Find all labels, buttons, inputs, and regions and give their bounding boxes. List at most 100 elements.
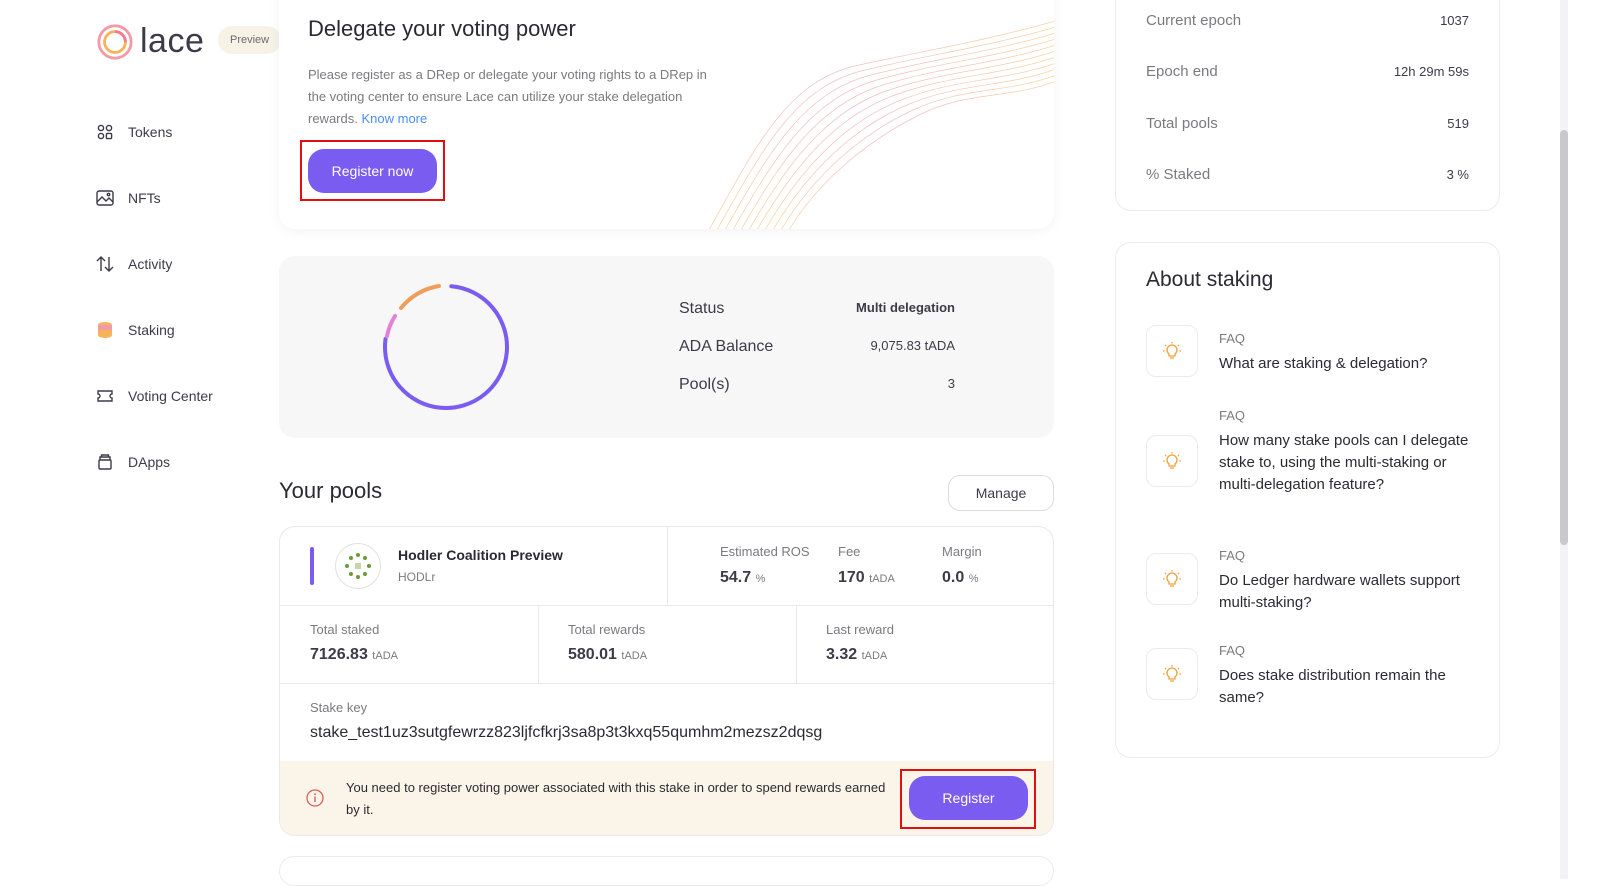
divider	[538, 605, 539, 683]
staked-value: 3 %	[1446, 167, 1469, 182]
total-rewards-value: 580.01 tADA	[568, 646, 647, 664]
total-staked-value: 7126.83 tADA	[310, 646, 398, 664]
margin-value: 0.0 %	[942, 569, 978, 587]
grid-icon	[96, 123, 114, 141]
your-pools-title: Your pools	[279, 478, 383, 503]
lightbulb-icon	[1146, 648, 1198, 700]
stake-key-value: stake_test1uz3sutgfewrzz823ljfcfkrj3sa8p…	[310, 724, 823, 741]
sidebar-item-label: Activity	[128, 256, 173, 272]
faq-tag: FAQ	[1219, 643, 1246, 658]
last-reward-value: 3.32 tADA	[826, 646, 887, 664]
sidebar-item-label: Voting Center	[128, 388, 213, 404]
highlight-box	[300, 140, 445, 201]
divider	[667, 527, 668, 605]
know-more-link[interactable]: Know more	[361, 111, 427, 126]
divider	[280, 683, 1053, 684]
current-epoch-label: Current epoch	[1146, 12, 1242, 29]
sidebar-item-label: NFTs	[128, 190, 161, 206]
about-staking-card: About staking FAQ What are staking & del…	[1115, 242, 1500, 758]
epoch-end-label: Epoch end	[1146, 63, 1218, 80]
faq-tag: FAQ	[1219, 548, 1246, 563]
sidebar-item-tokens[interactable]: Tokens	[96, 123, 172, 141]
epoch-end-value: 12h 29m 59s	[1393, 64, 1469, 79]
fee-unit: tADA	[869, 573, 895, 585]
total-rewards-label: Total rewards	[568, 622, 646, 637]
sidebar-item-staking[interactable]: Staking	[96, 321, 175, 339]
scrollbar-thumb[interactable]	[1560, 130, 1568, 545]
coins-icon	[96, 321, 114, 339]
sidebar-item-dapps[interactable]: DApps	[96, 453, 170, 471]
ticket-icon	[96, 387, 114, 405]
faq-item[interactable]: FAQ How many stake pools can I delegate …	[1146, 408, 1476, 518]
fee-value: 170 tADA	[838, 569, 895, 587]
status-label: Status	[679, 300, 725, 317]
warning-text: You need to register voting power associ…	[346, 780, 886, 817]
lightbulb-icon	[1146, 325, 1198, 377]
staked-label: % Staked	[1146, 166, 1211, 183]
highlight-box	[900, 769, 1036, 829]
margin-number: 0.0	[942, 569, 965, 586]
pool-ticker: HODLr	[398, 570, 436, 584]
divider	[280, 605, 1053, 606]
arrows-icon	[96, 255, 114, 273]
faq-item[interactable]: FAQ What are staking & delegation?	[1146, 325, 1476, 377]
delegation-donut-chart	[383, 284, 509, 410]
margin-label: Margin	[942, 544, 982, 559]
lace-logo-icon	[97, 23, 133, 60]
faq-question: Do Ledger hardware wallets support multi…	[1219, 572, 1460, 611]
faq-tag: FAQ	[1219, 331, 1246, 346]
fee-label: Fee	[838, 544, 861, 559]
total-staked-number: 7126.83	[310, 646, 368, 663]
pool-logo-icon	[345, 553, 371, 579]
total-pools-value: 519	[1447, 116, 1469, 131]
total-rewards-number: 580.01	[568, 646, 617, 663]
manage-button[interactable]: Manage	[948, 475, 1054, 511]
ros-value: 54.7 %	[720, 569, 765, 587]
about-staking-title: About staking	[1146, 268, 1274, 291]
banner-body: Please register as a DRep or delegate yo…	[308, 64, 718, 130]
faq-tag: FAQ	[1219, 408, 1246, 423]
stake-key-label: Stake key	[310, 700, 368, 715]
ros-unit: %	[755, 573, 766, 585]
last-reward-number: 3.32	[826, 646, 858, 663]
banner-wave-illustration	[709, 21, 1054, 229]
last-reward-label: Last reward	[826, 622, 894, 637]
preview-badge: Preview	[218, 26, 282, 54]
staking-overview-card: Status Multi delegation ADA Balance 9,07…	[279, 256, 1054, 438]
last-reward-unit: tADA	[861, 650, 888, 662]
image-icon	[96, 189, 114, 207]
lace-logo[interactable]: lace	[96, 22, 204, 61]
pools-label: Pool(s)	[679, 376, 730, 393]
pool-color-bar	[310, 547, 314, 585]
sidebar-item-activity[interactable]: Activity	[96, 255, 172, 273]
network-info-card: Current epoch 1037 Epoch end 12h 29m 59s…	[1115, 0, 1500, 211]
sidebar-item-label: Tokens	[128, 124, 173, 140]
ros-number: 54.7	[720, 569, 752, 586]
sidebar-item-voting-center[interactable]: Voting Center	[96, 387, 213, 405]
pools-value: 3	[947, 376, 955, 391]
margin-unit: %	[968, 573, 979, 585]
sidebar-item-nfts[interactable]: NFTs	[96, 189, 161, 207]
total-staked-label: Total staked	[310, 622, 380, 637]
sidebar-item-label: Staking	[128, 322, 175, 338]
current-epoch-value: 1037	[1440, 13, 1469, 28]
divider	[796, 605, 797, 683]
dapps-icon	[96, 453, 114, 471]
total-pools-label: Total pools	[1146, 115, 1218, 132]
sidebar-item-label: DApps	[128, 454, 171, 470]
faq-item[interactable]: FAQ Does stake distribution remain the s…	[1146, 643, 1476, 711]
faq-item[interactable]: FAQ Do Ledger hardware wallets support m…	[1146, 548, 1476, 616]
info-icon	[306, 789, 324, 807]
fee-number: 170	[838, 569, 865, 586]
banner-title: Delegate your voting power	[308, 16, 576, 41]
total-rewards-unit: tADA	[621, 650, 648, 662]
faq-question: How many stake pools can I delegate stak…	[1219, 432, 1469, 493]
next-pool-card	[279, 856, 1054, 886]
status-value: Multi delegation	[856, 300, 955, 315]
lightbulb-icon	[1146, 435, 1198, 487]
lightbulb-icon	[1146, 553, 1198, 605]
brand-name: lace	[140, 22, 205, 60]
faq-question: What are staking & delegation?	[1219, 355, 1428, 372]
ada-balance-label: ADA Balance	[679, 338, 774, 355]
pool-logo	[335, 543, 381, 589]
